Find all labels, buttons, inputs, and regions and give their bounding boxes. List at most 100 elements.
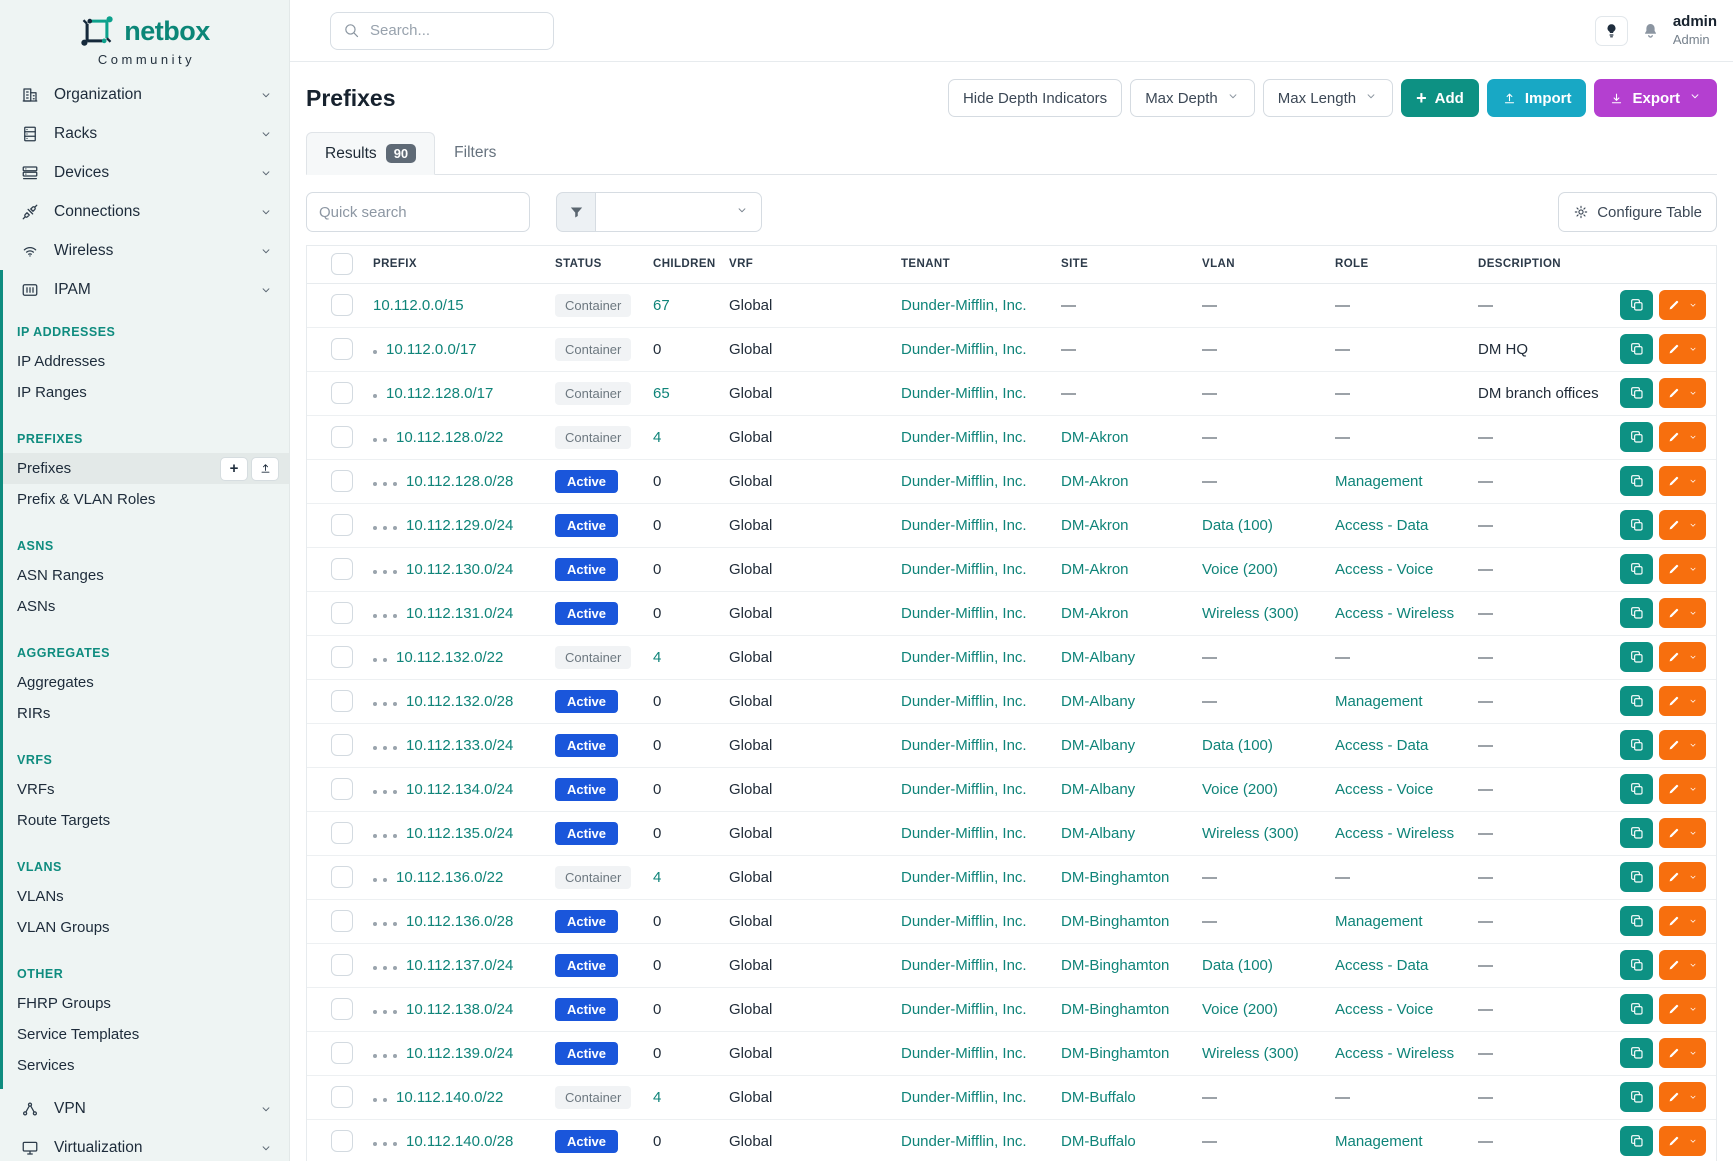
tenant-link[interactable]: Dunder-Mifflin, Inc. <box>901 605 1027 622</box>
prefix-link[interactable]: 10.112.133.0/24 <box>406 737 513 754</box>
vlan-link[interactable]: Wireless (300) <box>1202 1045 1299 1062</box>
row-checkbox[interactable] <box>331 998 353 1020</box>
sidebar-item-wireless[interactable]: Wireless <box>0 231 289 270</box>
column-header-tenant[interactable]: TENANT <box>891 246 1051 283</box>
sidebar-item-ip-ranges[interactable]: IP Ranges <box>3 377 289 408</box>
sidebar-item-connections[interactable]: Connections <box>0 192 289 231</box>
sidebar-item-organization[interactable]: Organization <box>0 75 289 114</box>
sidebar-item-asn-ranges[interactable]: ASN Ranges <box>3 560 289 591</box>
tenant-link[interactable]: Dunder-Mifflin, Inc. <box>901 1133 1027 1150</box>
row-checkbox[interactable] <box>331 778 353 800</box>
edit-button[interactable] <box>1659 1126 1706 1156</box>
clone-button[interactable] <box>1620 686 1653 716</box>
role-link[interactable]: Access - Voice <box>1335 1001 1433 1018</box>
column-header-vrf[interactable]: VRF <box>719 246 891 283</box>
tenant-link[interactable]: Dunder-Mifflin, Inc. <box>901 429 1027 446</box>
sidebar-item-prefix-vlan-roles[interactable]: Prefix & VLAN Roles <box>3 484 289 515</box>
edit-button[interactable] <box>1659 950 1706 980</box>
sidebar-item-asns[interactable]: ASNs <box>3 591 289 622</box>
tab-results[interactable]: Results 90 <box>306 132 435 175</box>
prefix-link[interactable]: 10.112.140.0/28 <box>406 1133 513 1150</box>
clone-button[interactable] <box>1620 290 1653 320</box>
vlan-link[interactable]: Wireless (300) <box>1202 825 1299 842</box>
sidebar-item-racks[interactable]: Racks <box>0 114 289 153</box>
prefix-link[interactable]: 10.112.139.0/24 <box>406 1045 513 1062</box>
role-link[interactable]: Access - Voice <box>1335 781 1433 798</box>
edit-button[interactable] <box>1659 686 1706 716</box>
role-link[interactable]: Access - Data <box>1335 957 1428 974</box>
role-link[interactable]: Access - Data <box>1335 517 1428 534</box>
role-link[interactable]: Management <box>1335 473 1423 490</box>
vlan-link[interactable]: Voice (200) <box>1202 1001 1278 1018</box>
edit-button[interactable] <box>1659 642 1706 672</box>
prefix-link[interactable]: 10.112.0.0/17 <box>386 341 477 358</box>
clone-button[interactable] <box>1620 906 1653 936</box>
sidebar-item-devices[interactable]: Devices <box>0 153 289 192</box>
row-checkbox[interactable] <box>331 1130 353 1152</box>
site-link[interactable]: DM-Albany <box>1061 737 1135 754</box>
clone-button[interactable] <box>1620 730 1653 760</box>
tenant-link[interactable]: Dunder-Mifflin, Inc. <box>901 781 1027 798</box>
tab-filters[interactable]: Filters <box>435 132 515 174</box>
site-link[interactable]: DM-Binghamton <box>1061 957 1169 974</box>
clone-button[interactable] <box>1620 422 1653 452</box>
row-checkbox[interactable] <box>331 822 353 844</box>
site-link[interactable]: DM-Binghamton <box>1061 913 1169 930</box>
sidebar-quick-import-button[interactable] <box>251 457 279 481</box>
row-checkbox[interactable] <box>331 426 353 448</box>
prefix-link[interactable]: 10.112.128.0/22 <box>396 429 503 446</box>
sidebar-item-virtualization[interactable]: Virtualization <box>0 1128 289 1161</box>
saved-filter-select[interactable] <box>596 192 762 232</box>
sidebar-item-ip-addresses[interactable]: IP Addresses <box>3 346 289 377</box>
clone-button[interactable] <box>1620 1126 1653 1156</box>
site-link[interactable]: DM-Binghamton <box>1061 1001 1169 1018</box>
sidebar-item-route-targets[interactable]: Route Targets <box>3 805 289 836</box>
children-count-link[interactable]: 4 <box>653 649 661 666</box>
role-link[interactable]: Management <box>1335 1133 1423 1150</box>
edit-button[interactable] <box>1659 290 1706 320</box>
filter-funnel-button[interactable] <box>556 192 596 232</box>
sidebar-item-ipam[interactable]: IPAM <box>3 270 289 309</box>
tenant-link[interactable]: Dunder-Mifflin, Inc. <box>901 1001 1027 1018</box>
quick-search[interactable] <box>306 192 530 232</box>
hide-depth-indicators-button[interactable]: Hide Depth Indicators <box>948 79 1122 117</box>
children-count-link[interactable]: 4 <box>653 429 661 446</box>
prefix-link[interactable]: 10.112.138.0/24 <box>406 1001 513 1018</box>
sidebar-quick-add-button[interactable]: + <box>220 457 248 481</box>
tenant-link[interactable]: Dunder-Mifflin, Inc. <box>901 825 1027 842</box>
column-header-description[interactable]: DESCRIPTION <box>1468 246 1606 283</box>
clone-button[interactable] <box>1620 774 1653 804</box>
edit-button[interactable] <box>1659 1082 1706 1112</box>
row-checkbox[interactable] <box>331 646 353 668</box>
row-checkbox[interactable] <box>331 382 353 404</box>
prefix-link[interactable]: 10.112.129.0/24 <box>406 517 513 534</box>
tenant-link[interactable]: Dunder-Mifflin, Inc. <box>901 737 1027 754</box>
site-link[interactable]: DM-Akron <box>1061 429 1129 446</box>
global-search[interactable] <box>330 12 554 50</box>
site-link[interactable]: DM-Albany <box>1061 649 1135 666</box>
row-checkbox[interactable] <box>331 470 353 492</box>
sidebar-item-fhrp-groups[interactable]: FHRP Groups <box>3 988 289 1019</box>
clone-button[interactable] <box>1620 1038 1653 1068</box>
clone-button[interactable] <box>1620 334 1653 364</box>
max-length-dropdown[interactable]: Max Length <box>1263 79 1393 117</box>
children-count-link[interactable]: 4 <box>653 869 661 886</box>
clone-button[interactable] <box>1620 466 1653 496</box>
site-link[interactable]: DM-Binghamton <box>1061 869 1169 886</box>
sidebar-item-vlans[interactable]: VLANs <box>3 881 289 912</box>
edit-button[interactable] <box>1659 554 1706 584</box>
site-link[interactable]: DM-Buffalo <box>1061 1133 1136 1150</box>
tenant-link[interactable]: Dunder-Mifflin, Inc. <box>901 649 1027 666</box>
tenant-link[interactable]: Dunder-Mifflin, Inc. <box>901 517 1027 534</box>
sidebar-item-vpn[interactable]: VPN <box>0 1089 289 1128</box>
row-checkbox[interactable] <box>331 1086 353 1108</box>
children-count-link[interactable]: 67 <box>653 297 670 314</box>
sidebar-item-vlan-groups[interactable]: VLAN Groups <box>3 912 289 943</box>
prefix-link[interactable]: 10.112.128.0/28 <box>406 473 513 490</box>
tenant-link[interactable]: Dunder-Mifflin, Inc. <box>901 913 1027 930</box>
edit-button[interactable] <box>1659 862 1706 892</box>
site-link[interactable]: DM-Akron <box>1061 561 1129 578</box>
row-checkbox[interactable] <box>331 558 353 580</box>
sidebar-item-rirs[interactable]: RIRs <box>3 698 289 729</box>
tenant-link[interactable]: Dunder-Mifflin, Inc. <box>901 869 1027 886</box>
